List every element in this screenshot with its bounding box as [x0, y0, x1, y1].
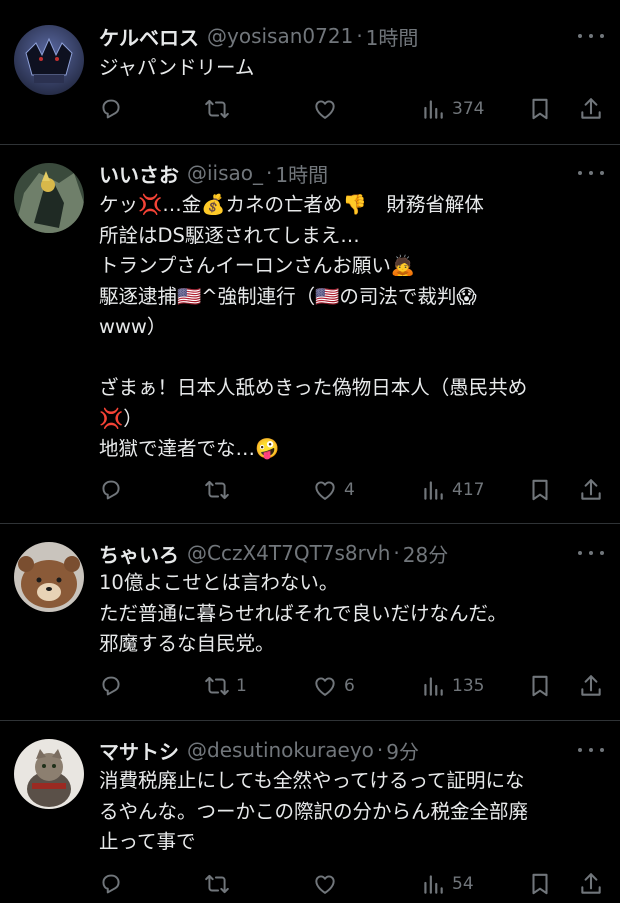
tweet-header: マサトシ @desutinokuraeyo · 9分 [99, 735, 419, 765]
retweet-button[interactable] [204, 475, 236, 505]
tweet-text: ジャパンドリーム [99, 56, 255, 79]
retweet-icon [204, 871, 230, 897]
avatar[interactable] [14, 542, 84, 612]
share-button[interactable] [578, 671, 604, 701]
share-button[interactable] [578, 94, 604, 124]
action-bar: 54 [0, 869, 620, 899]
reply-button[interactable] [98, 671, 130, 701]
retweet-button[interactable]: 1 [204, 671, 247, 701]
reply-icon [98, 871, 124, 897]
bookmark-button[interactable] [527, 94, 553, 124]
like-button[interactable]: 4 [312, 475, 355, 505]
timestamp[interactable]: 1時間 [275, 159, 328, 188]
share-icon [578, 477, 604, 503]
views-icon [420, 477, 446, 503]
views-button[interactable]: 374 [420, 94, 484, 124]
more-icon[interactable] [578, 163, 604, 183]
reply-icon [98, 96, 124, 122]
avatar[interactable] [14, 163, 84, 233]
like-button[interactable]: 6 [312, 671, 355, 701]
timestamp[interactable]: 9分 [386, 736, 419, 765]
views-button[interactable]: 135 [420, 671, 484, 701]
retweet-icon [204, 96, 230, 122]
bookmark-icon [527, 871, 553, 897]
timestamp[interactable]: 1時間 [366, 22, 419, 51]
retweet-count: 1 [236, 676, 247, 696]
separator-dot: · [376, 738, 384, 762]
view-count: 54 [452, 874, 474, 894]
heart-icon [312, 673, 338, 699]
user-handle[interactable]: @CczX4T7QT7s8rvh [187, 541, 390, 565]
retweet-icon [204, 477, 230, 503]
heart-icon [312, 477, 338, 503]
avatar-image [14, 739, 84, 809]
view-count: 135 [452, 676, 485, 696]
bookmark-icon [527, 477, 553, 503]
tweet-text: ケッ💢…金💰カネの亡者め👎 財務省解体 所詮はDS駆逐されてしまえ… トランプさ… [99, 193, 528, 460]
like-count: 4 [344, 480, 355, 500]
separator-dot: · [393, 541, 400, 565]
action-bar: 4 417 [0, 475, 620, 505]
tweet[interactable]: ケルベロス @yosisan0721 · 1時間 ジャパンドリーム 374 [0, 0, 620, 145]
more-icon[interactable] [578, 26, 604, 46]
action-bar: 374 [0, 94, 620, 124]
tweet-header: いいさお @iisao_ · 1時間 [99, 158, 328, 188]
reply-icon [98, 477, 124, 503]
bookmark-button[interactable] [527, 475, 553, 505]
display-name[interactable]: ケルベロス [99, 22, 199, 51]
view-count: 374 [452, 99, 485, 119]
share-button[interactable] [578, 475, 604, 505]
display-name[interactable]: マサトシ [99, 736, 179, 765]
reply-button[interactable] [98, 869, 130, 899]
user-handle[interactable]: @yosisan0721 [207, 24, 353, 48]
display-name[interactable]: ちゃいろ [99, 539, 179, 568]
separator-dot: · [356, 24, 363, 48]
tweet-text: 10億よこせとは言わない。 ただ普通に暮らせればそれで良いだけなんだ。 邪魔する… [99, 571, 507, 655]
views-button[interactable]: 417 [420, 475, 484, 505]
like-button[interactable] [312, 869, 344, 899]
tweet[interactable]: マサトシ @desutinokuraeyo · 9分 消費税廃止にしても全然やっ… [0, 721, 620, 903]
avatar-image [14, 542, 84, 612]
share-icon [578, 871, 604, 897]
user-handle[interactable]: @desutinokuraeyo [187, 738, 374, 762]
tweet-text: 消費税廃止にしても全然やってけるって証明にな るやんな。つーかこの際訳の分からん… [99, 769, 529, 853]
avatar-image [14, 163, 84, 233]
user-handle[interactable]: @iisao_ [187, 161, 263, 185]
tweet[interactable]: ちゃいろ @CczX4T7QT7s8rvh · 28分 10億よこせとは言わない… [0, 524, 620, 721]
view-count: 417 [452, 480, 485, 500]
separator-dot: · [266, 161, 273, 185]
share-button[interactable] [578, 869, 604, 899]
display-name[interactable]: いいさお [99, 159, 179, 188]
avatar-image [14, 25, 84, 95]
tweet[interactable]: いいさお @iisao_ · 1時間 ケッ💢…金💰カネの亡者め👎 財務省解体 所… [0, 145, 620, 524]
heart-icon [312, 96, 338, 122]
reply-button[interactable] [98, 94, 130, 124]
like-count: 6 [344, 676, 355, 696]
reply-icon [98, 673, 124, 699]
bookmark-button[interactable] [527, 671, 553, 701]
tweet-header: ケルベロス @yosisan0721 · 1時間 [99, 21, 418, 51]
more-icon[interactable] [578, 740, 604, 760]
share-icon [578, 673, 604, 699]
views-button[interactable]: 54 [420, 869, 474, 899]
action-bar: 1 6 135 [0, 671, 620, 701]
share-icon [578, 96, 604, 122]
views-icon [420, 673, 446, 699]
tweet-header: ちゃいろ @CczX4T7QT7s8rvh · 28分 [99, 538, 448, 568]
retweet-icon [204, 673, 230, 699]
bookmark-button[interactable] [527, 869, 553, 899]
bookmark-icon [527, 673, 553, 699]
reply-button[interactable] [98, 475, 130, 505]
retweet-button[interactable] [204, 94, 236, 124]
views-icon [420, 96, 446, 122]
avatar[interactable] [14, 25, 84, 95]
more-icon[interactable] [578, 543, 604, 563]
views-icon [420, 871, 446, 897]
like-button[interactable] [312, 94, 344, 124]
bookmark-icon [527, 96, 553, 122]
heart-icon [312, 871, 338, 897]
avatar[interactable] [14, 739, 84, 809]
timestamp[interactable]: 28分 [403, 539, 448, 568]
retweet-button[interactable] [204, 869, 236, 899]
